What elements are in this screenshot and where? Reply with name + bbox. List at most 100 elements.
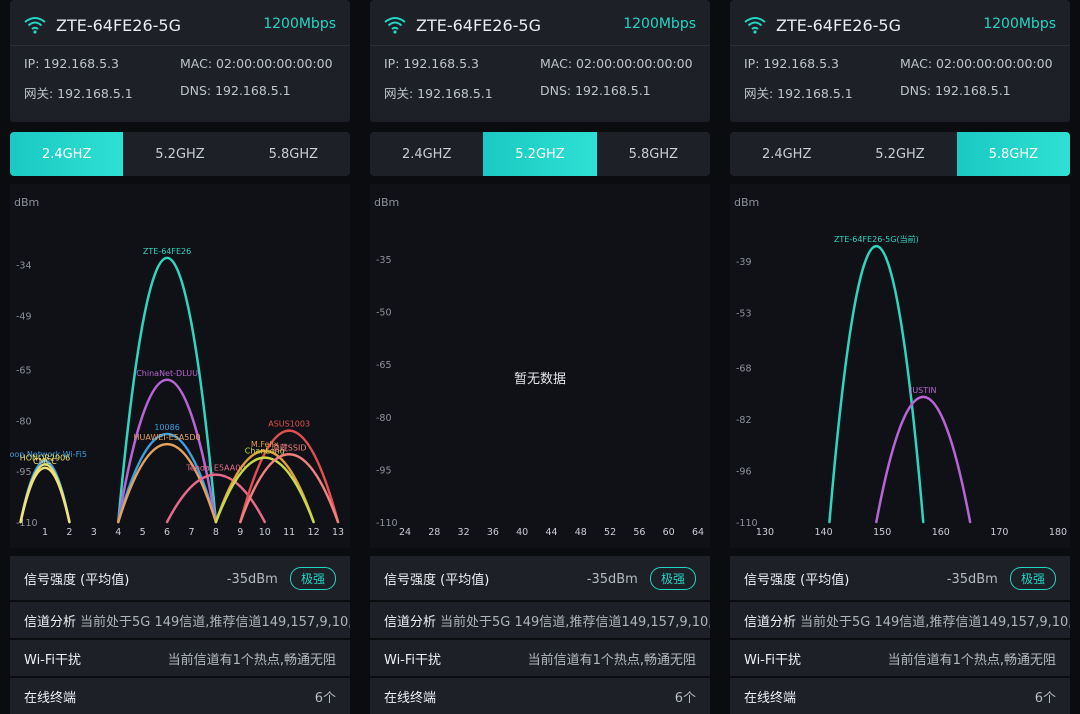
signal-label: 信号强度 (平均值) bbox=[744, 572, 850, 588]
channel-label: 信道分析 bbox=[384, 614, 437, 630]
gateway-address: 网关: 192.168.5.1 bbox=[384, 86, 493, 101]
x-tick-label: 13 bbox=[332, 527, 344, 538]
tab-5-2ghz[interactable]: 5.2GHZ bbox=[843, 132, 956, 176]
ssid-row: ZTE-64FE26-5G bbox=[744, 12, 901, 38]
wifi-info-card: ZTE-64FE26-5G 1200Mbps IP: 192.168.5.3 M… bbox=[10, 0, 350, 122]
clients-value: 6个 bbox=[1034, 690, 1056, 706]
signal-label: 信号强度 (平均值) bbox=[384, 572, 490, 588]
interference-text: 当前信道有1个热点,畅通无阻 bbox=[167, 652, 336, 668]
y-tick-label: -49 bbox=[16, 311, 32, 322]
clients-label: 在线终端 bbox=[384, 690, 437, 706]
x-tick-label: 60 bbox=[663, 527, 675, 538]
x-tick-label: 3 bbox=[91, 527, 97, 538]
signal-curve bbox=[117, 378, 218, 524]
x-tick-label: 9 bbox=[237, 527, 243, 538]
dns-address: DNS: 192.168.5.1 bbox=[180, 83, 291, 98]
y-tick-label: -34 bbox=[16, 261, 32, 272]
dns-address: DNS: 192.168.5.1 bbox=[540, 83, 651, 98]
signal-strength-row: 信号强度 (平均值) -35dBm 极强 bbox=[730, 556, 1070, 600]
channel-text: 当前处于5G 149信道,推荐信道149,157,9,10,8 bbox=[80, 614, 350, 630]
gateway-address: 网关: 192.168.5.1 bbox=[744, 86, 853, 101]
x-tick-label: 180 bbox=[1049, 527, 1067, 538]
signal-badge: 极强 bbox=[1009, 566, 1056, 590]
channel-chart: dBm -39 -53 -68 -82 -96 -110 130 140 150 160 170 180… bbox=[730, 184, 1070, 548]
interference-label: Wi-Fi干扰 bbox=[384, 652, 442, 668]
x-tick-label: 12 bbox=[308, 527, 320, 538]
band-tabs: 2.4GHZ 5.2GHZ 5.8GHZ bbox=[10, 132, 350, 176]
channel-analysis-row: 信道分析 当前处于5G 149信道,推荐信道149,157,9,10,8 bbox=[370, 602, 710, 638]
x-tick-label: 2 bbox=[66, 527, 72, 538]
online-clients-row[interactable]: 在线终端 6个 bbox=[370, 678, 710, 714]
tab-5-8ghz[interactable]: 5.8GHZ bbox=[597, 132, 710, 176]
y-tick-label: -82 bbox=[736, 415, 752, 426]
divider bbox=[370, 45, 710, 46]
x-tick-label: 11 bbox=[283, 527, 295, 538]
signal-curve bbox=[875, 395, 972, 524]
wifi-icon bbox=[384, 17, 406, 34]
x-tick-label: 40 bbox=[516, 527, 528, 538]
y-tick-label: -65 bbox=[16, 366, 32, 377]
tab-2-4ghz[interactable]: 2.4GHZ bbox=[730, 132, 843, 176]
network-label: 10086 bbox=[154, 423, 179, 432]
signal-badge: 极强 bbox=[649, 566, 696, 590]
interference-text: 当前信道有1个热点,畅通无阻 bbox=[887, 652, 1056, 668]
wifi-info-card: ZTE-64FE26-5G 1200Mbps IP: 192.168.5.3 M… bbox=[730, 0, 1070, 122]
x-tick-label: 48 bbox=[575, 527, 587, 538]
clients-value: 6个 bbox=[314, 690, 336, 706]
signal-value: -35dBm bbox=[586, 571, 638, 587]
signal-strength-row: 信号强度 (平均值) -35dBm 极强 bbox=[370, 556, 710, 600]
wifi-icon bbox=[24, 17, 46, 34]
x-tick-label: 170 bbox=[990, 527, 1008, 538]
divider bbox=[10, 45, 350, 46]
interference-label: Wi-Fi干扰 bbox=[24, 652, 82, 668]
tab-5-2ghz[interactable]: 5.2GHZ bbox=[483, 132, 597, 176]
gateway-address: 网关: 192.168.5.1 bbox=[24, 86, 133, 101]
y-axis-label: dBm bbox=[14, 196, 39, 209]
y-tick-label: -80 bbox=[376, 413, 392, 424]
tab-5-8ghz[interactable]: 5.8GHZ bbox=[237, 132, 350, 176]
signal-curve bbox=[239, 453, 340, 524]
signal-curve bbox=[828, 244, 925, 524]
ssid-row: ZTE-64FE26-5G bbox=[24, 12, 181, 38]
signal-curve bbox=[117, 442, 218, 524]
y-tick-label: -96 bbox=[736, 466, 752, 477]
wifi-info-card: ZTE-64FE26-5G 1200Mbps IP: 192.168.5.3 M… bbox=[370, 0, 710, 122]
tab-5-8ghz[interactable]: 5.8GHZ bbox=[956, 132, 1070, 176]
ssid-row: ZTE-64FE26-5G bbox=[384, 12, 541, 38]
interference-label: Wi-Fi干扰 bbox=[744, 652, 802, 668]
channel-chart-svg: dBm -39 -53 -68 -82 -96 -110130 140 150 160 170 180… bbox=[734, 196, 1067, 538]
wifi-icon bbox=[744, 17, 766, 34]
y-tick-label: -53 bbox=[736, 308, 752, 319]
divider bbox=[730, 45, 1070, 46]
clients-value: 6个 bbox=[674, 690, 696, 706]
channel-label: 信道分析 bbox=[24, 614, 77, 630]
signal-value: -35dBm bbox=[946, 571, 998, 587]
network-label: JUSTIN bbox=[909, 386, 937, 395]
y-tick-label: -95 bbox=[16, 467, 32, 478]
wifi-panel-2: ZTE-64FE26-5G 1200Mbps IP: 192.168.5.3 M… bbox=[370, 0, 710, 714]
x-tick-label: 28 bbox=[428, 527, 440, 538]
interference-row: Wi-Fi干扰 当前信道有1个热点,畅通无阻 bbox=[370, 640, 710, 676]
network-label: ZTE-64FE26-5G(当前) bbox=[834, 234, 919, 244]
wifi-panel-3: ZTE-64FE26-5G 1200Mbps IP: 192.168.5.3 M… bbox=[730, 0, 1070, 714]
channel-chart-svg: dBm-35-50-65-80-95-11024 28 32 36 40 44 48 52 56… bbox=[374, 196, 704, 538]
y-tick-label: -110 bbox=[376, 518, 398, 529]
x-tick-label: 44 bbox=[545, 527, 557, 538]
tab-2-4ghz[interactable]: 2.4GHZ bbox=[370, 132, 483, 176]
dns-address: DNS: 192.168.5.1 bbox=[900, 83, 1011, 98]
channel-text: 当前处于5G 149信道,推荐信道149,157,9,10,8 bbox=[800, 614, 1070, 630]
y-axis-label: dBm bbox=[734, 196, 759, 209]
x-tick-label: 130 bbox=[756, 527, 774, 538]
signal-value-group: -35dBm 极强 bbox=[227, 566, 336, 590]
ip-address: IP: 192.168.5.3 bbox=[24, 56, 119, 71]
y-tick-label: -95 bbox=[376, 465, 392, 476]
signal-value-group: -35dBm 极强 bbox=[586, 566, 696, 590]
x-tick-label: 1 bbox=[42, 527, 48, 538]
tab-5-2ghz[interactable]: 5.2GHZ bbox=[123, 132, 236, 176]
ssid-name: ZTE-64FE26-5G bbox=[416, 15, 541, 35]
tab-2-4ghz[interactable]: 2.4GHZ bbox=[10, 132, 124, 176]
interference-row: Wi-Fi干扰 当前信道有1个热点,畅通无阻 bbox=[730, 640, 1070, 676]
x-tick-label: 56 bbox=[633, 527, 645, 538]
online-clients-row[interactable]: 在线终端 6个 bbox=[10, 678, 350, 714]
online-clients-row[interactable]: 在线终端 6个 bbox=[730, 678, 1070, 714]
